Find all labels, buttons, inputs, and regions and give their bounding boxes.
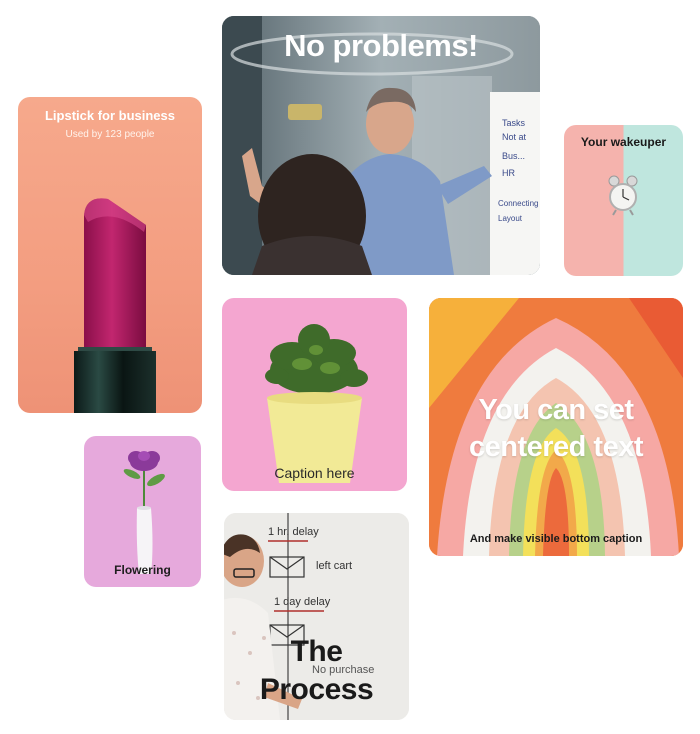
whiteboard-item: left cart bbox=[316, 560, 352, 572]
whiteboard-item: 1 day delay bbox=[274, 596, 331, 608]
flowering-card[interactable]: Flowering bbox=[84, 436, 201, 587]
flower-caption: Flowering bbox=[114, 563, 171, 577]
plant-card[interactable]: Caption here bbox=[222, 298, 407, 491]
flipchart-line: Bus... bbox=[502, 151, 525, 161]
flipchart-line: Tasks bbox=[502, 118, 526, 128]
lipstick-image bbox=[74, 198, 156, 413]
flipchart-line: Not at bbox=[502, 132, 527, 142]
lipstick-title: Lipstick for business bbox=[44, 108, 176, 123]
lipstick-subtitle: Used by 123 people bbox=[65, 129, 155, 140]
process-headline: The Process bbox=[224, 633, 409, 709]
whiteboard-item: 1 hr. delay bbox=[268, 526, 319, 538]
centered-headline-line2: centered text bbox=[468, 431, 644, 463]
plant-caption: Caption here bbox=[274, 465, 355, 481]
flipchart-line: Layout bbox=[498, 214, 523, 223]
wakeuper-title: Your wakeuper bbox=[580, 135, 667, 149]
flipchart-line: Connecting bbox=[498, 199, 538, 208]
meeting-title: No problems! bbox=[284, 28, 478, 63]
centered-text-card[interactable]: You can set centered text And make visib… bbox=[429, 298, 683, 556]
flipchart-line: HR bbox=[502, 168, 515, 178]
process-headline-line1: The bbox=[290, 635, 343, 668]
process-headline-line2: Process bbox=[259, 673, 374, 706]
lipstick-card[interactable]: Lipstick for business Used by 123 people bbox=[18, 97, 202, 413]
process-card[interactable]: 1 hr. delay left cart 1 day delay No pur… bbox=[224, 513, 409, 720]
centered-bottom-caption: And make visible bottom caption bbox=[469, 533, 643, 545]
centered-headline-line1: You can set bbox=[478, 394, 634, 426]
meeting-card[interactable]: Tasks Not at Bus... HR Connecting Layout… bbox=[222, 16, 540, 275]
centered-headline: You can set centered text bbox=[429, 392, 683, 466]
wakeuper-card[interactable]: Your wakeuper bbox=[564, 125, 683, 276]
plant-image bbox=[265, 324, 368, 483]
